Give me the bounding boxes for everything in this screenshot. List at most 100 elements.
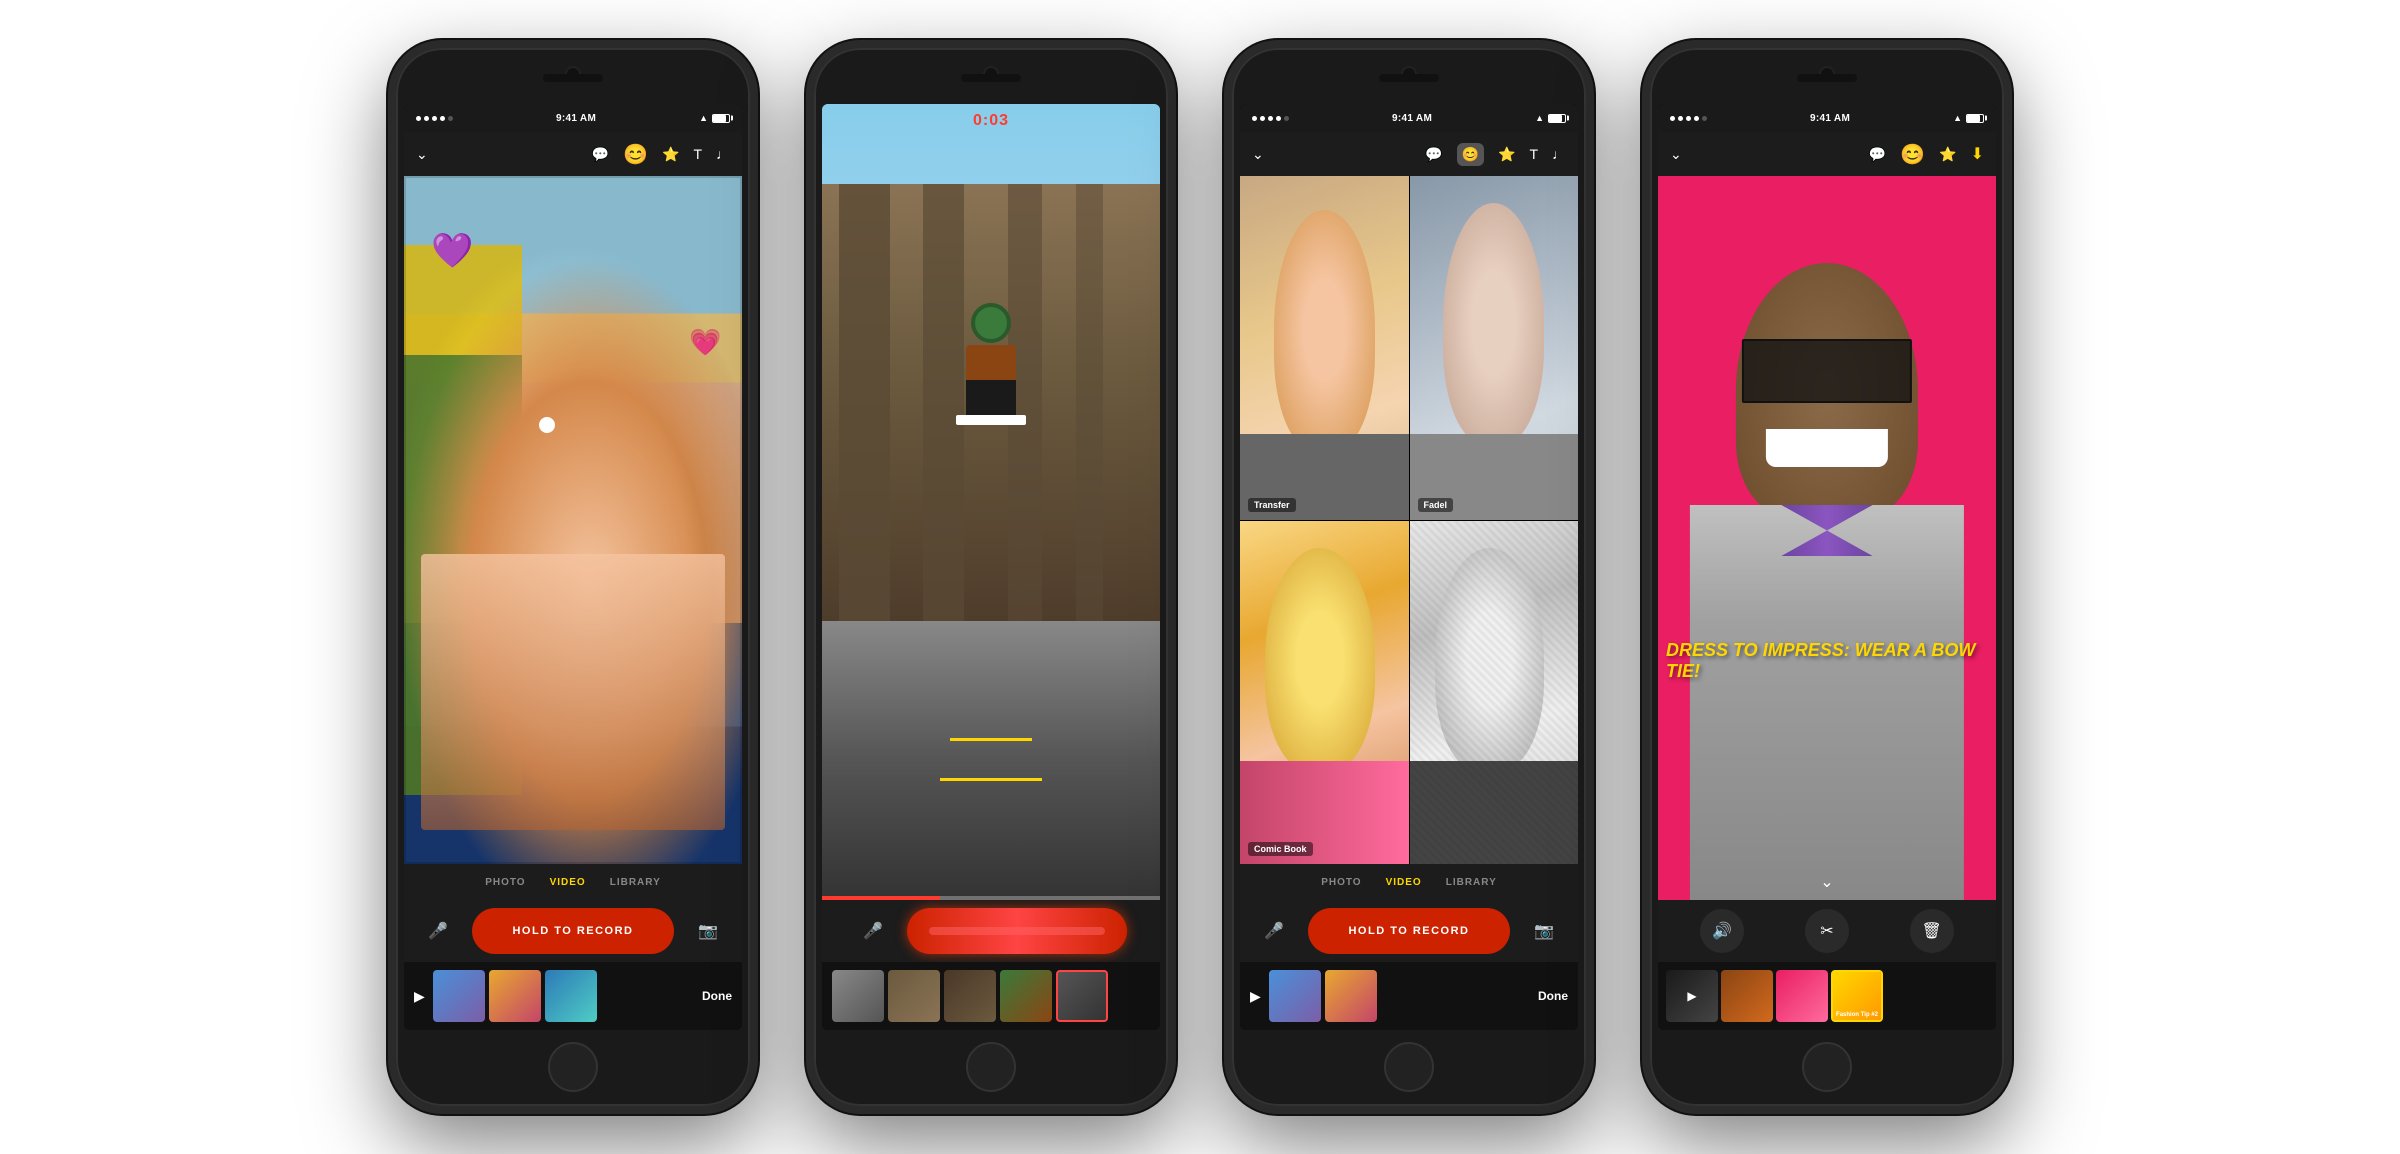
mic-button-3[interactable]: 🎤 [1256,913,1292,949]
filter-cell-comic[interactable]: Comic Book [1240,521,1409,865]
filter-2-preview [1410,176,1579,520]
film-thumb-2-b[interactable] [888,970,940,1022]
emoji-face-icon[interactable]: 😊 [623,142,648,167]
film-thumb-3-b[interactable] [1325,970,1377,1022]
chat-bubble-icon[interactable]: 💬 [592,146,609,163]
record-row-3: 🎤 HOLD TO RECORD 📷 [1240,900,1578,962]
music-icon[interactable]: ♩ [716,146,730,162]
download-icon-4[interactable]: ⬇ [1971,144,1984,164]
face-3 [1265,548,1375,771]
music-icon-3[interactable]: ♩ [1552,146,1566,162]
side-button-left-top-3 [1224,178,1226,213]
film-thumb-4-a[interactable]: ▶ [1666,970,1718,1022]
record-button-1[interactable]: HOLD TO RECORD [472,908,674,954]
volume-button-4[interactable]: 🔊 [1700,909,1744,953]
film-thumb-1-b[interactable] [489,970,541,1022]
sketch-overlay [1410,521,1579,865]
chevron-down-icon[interactable]: ⌄ [416,146,428,163]
battery-icon-4 [1966,114,1984,123]
film-thumb-2-e[interactable] [1056,970,1108,1022]
film-thumb-4-d[interactable]: Fashion Tip #2 [1831,970,1883,1022]
phone-4-screen: 9:41 AM ▲ ⌄ 💬 😊 ⭐ ⬇ [1658,104,1996,1030]
play-icon-1[interactable]: ▶ [414,988,425,1005]
record-button-3[interactable]: HOLD TO RECORD [1308,908,1510,954]
film-thumb-4-b[interactable] [1721,970,1773,1022]
filmstrip-3: ▶ Done [1240,962,1578,1030]
record-button-2-active[interactable] [907,908,1127,954]
man-figure [1675,263,1979,900]
battery-icon-3 [1548,114,1566,123]
video-tab-3[interactable]: VIDEO [1386,877,1422,888]
film-thumb-3-a[interactable] [1269,970,1321,1022]
skater-scene: 0:03 [822,104,1160,900]
filmstrip-2 [822,962,1160,1030]
filter-label-comic: Comic Book [1248,842,1313,856]
film-thumb-2-c[interactable] [944,970,996,1022]
phone-speaker-3 [1379,74,1439,82]
done-button-3[interactable]: Done [1538,989,1568,1003]
photo-tab[interactable]: PHOTO [485,877,525,888]
camera-area-4: DRESS TO IMPRESS: WEAR A BOW TIE! ⌄ [1658,176,1996,900]
chevron-down-overlay[interactable]: ⌄ [1820,872,1833,892]
film-thumb-2-d[interactable] [1000,970,1052,1022]
phone-home-button-2[interactable] [966,1042,1016,1092]
film-thumb-1-c[interactable] [545,970,597,1022]
dot3 [432,116,437,121]
film-thumb-2-a[interactable] [832,970,884,1022]
toolbar-1: ⌄ 💬 😊 ⭐ T ♩ [404,132,742,176]
done-button-1[interactable]: Done [702,989,732,1003]
chevron-down-icon-3[interactable]: ⌄ [1252,146,1264,163]
library-tab[interactable]: LIBRARY [610,877,661,888]
scissors-button-4[interactable]: ✂ [1805,909,1849,953]
filter-cell-transfer[interactable]: Transfer [1240,176,1409,520]
dot5 [448,116,453,121]
trash-button-4[interactable]: 🗑 [1910,909,1954,953]
filter-grid: Transfer Fadel [1240,176,1578,864]
glasses [1742,339,1912,403]
phone-home-button-3[interactable] [1384,1042,1434,1092]
face-1 [1274,210,1375,450]
photo-tab-3[interactable]: PHOTO [1321,877,1361,888]
phones-container: 9:41 AM ▲ ⌄ 💬 😊 ⭐ T ♩ [348,0,2052,1154]
star-icon-3[interactable]: ⭐ [1498,146,1515,163]
side-button-right-2 [1174,208,1176,258]
text-icon[interactable]: T [693,146,702,162]
status-time-1: 9:41 AM [556,113,596,124]
timer-text: 0:03 [973,112,1009,129]
status-time-4: 9:41 AM [1810,113,1850,124]
video-tab[interactable]: VIDEO [550,877,586,888]
camera-switch-1[interactable]: 📷 [690,913,726,949]
sticker-dot [539,417,555,433]
chat-bubble-icon-3[interactable]: 💬 [1425,146,1442,163]
phone-3: 9:41 AM ▲ ⌄ 💬 😊 ⭐ T ♩ [1224,40,1594,1114]
status-time-3: 9:41 AM [1392,113,1432,124]
camera-icon-3: 📷 [1534,921,1554,941]
mic-button-2[interactable]: 🎤 [855,913,891,949]
phone-home-button-4[interactable] [1802,1042,1852,1092]
phone-home-button[interactable] [548,1042,598,1092]
chat-bubble-icon-4[interactable]: 💬 [1869,146,1886,163]
mic-button-1[interactable]: 🎤 [420,913,456,949]
star-icon-4[interactable]: ⭐ [1939,146,1956,163]
film-thumb-1-a[interactable] [433,970,485,1022]
phone-3-screen: 9:41 AM ▲ ⌄ 💬 😊 ⭐ T ♩ [1240,104,1578,1030]
dot4 [440,116,445,121]
star-icon[interactable]: ⭐ [662,146,679,163]
dot4-2 [1678,116,1683,121]
skateboard [956,415,1026,425]
wifi-icon-3: ▲ [1535,113,1544,123]
status-bar-1: 9:41 AM ▲ [404,104,742,132]
emoji-face-icon-4[interactable]: 😊 [1900,142,1925,167]
play-icon-3[interactable]: ▶ [1250,988,1261,1005]
film-thumb-4-c[interactable] [1776,970,1828,1022]
filter-cell-bw[interactable] [1410,521,1579,865]
filter-cell-fade[interactable]: Fadel [1410,176,1579,520]
chevron-down-icon-4[interactable]: ⌄ [1670,146,1682,163]
text-icon-3[interactable]: T [1529,146,1538,162]
phone-speaker [543,74,603,82]
library-tab-3[interactable]: LIBRARY [1446,877,1497,888]
camera-switch-3[interactable]: 📷 [1526,913,1562,949]
helmet [971,303,1011,343]
emoji-face-icon-3-active[interactable]: 😊 [1457,143,1484,166]
status-bar-3: 9:41 AM ▲ [1240,104,1578,132]
